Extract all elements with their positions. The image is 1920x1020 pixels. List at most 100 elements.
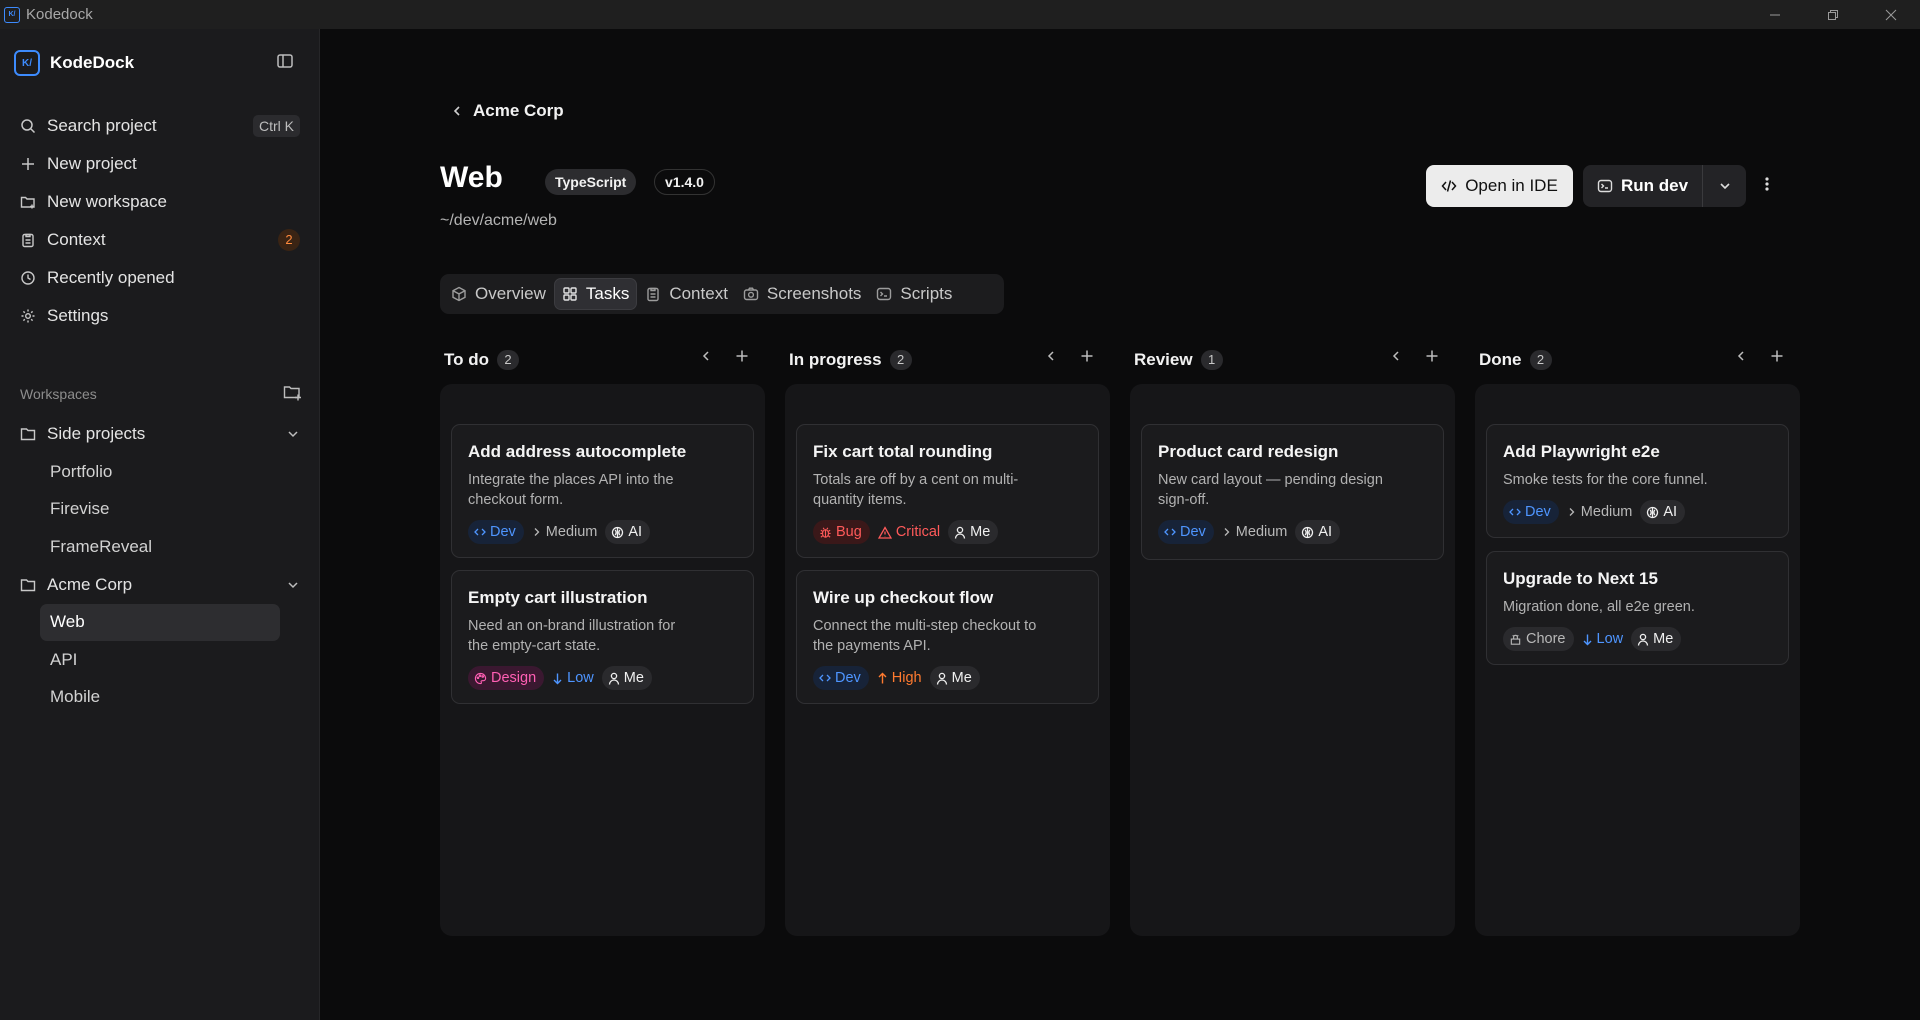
- task-tag[interactable]: Chore: [1503, 627, 1574, 651]
- open-in-ide-button[interactable]: Open in IDE: [1426, 165, 1573, 207]
- task-tag[interactable]: Me: [1631, 627, 1682, 651]
- add-task-icon[interactable]: [1425, 349, 1439, 363]
- task-description: Migration done, all e2e green.: [1503, 599, 1695, 615]
- chevron-down-icon: [1719, 183, 1730, 190]
- minimize-button[interactable]: [1746, 0, 1804, 29]
- task-card[interactable]: Upgrade to Next 15 Migration done, all e2…: [1486, 551, 1789, 665]
- folder-icon: [20, 577, 36, 593]
- add-task-icon[interactable]: [1080, 349, 1094, 363]
- task-description: New card layout — pending design sign-of…: [1158, 472, 1383, 508]
- task-card[interactable]: Empty cart illustration Need an on-brand …: [451, 570, 754, 704]
- task-tag[interactable]: Dev: [1158, 520, 1214, 544]
- task-tag[interactable]: Medium: [528, 520, 602, 544]
- title-bar: K/ Kodedock: [0, 0, 1920, 29]
- tab-scripts[interactable]: Scripts: [869, 278, 959, 310]
- chevron-right-icon: [1222, 526, 1232, 538]
- workspace-tree: Side projects Portfolio Firevise FrameRe…: [20, 415, 300, 716]
- column-header: Review 1: [1134, 348, 1223, 372]
- breadcrumb[interactable]: Acme Corp: [451, 101, 564, 121]
- sidebar-item-settings[interactable]: Settings: [20, 297, 300, 335]
- sidebar-item-firevise[interactable]: Firevise: [20, 491, 300, 529]
- task-tag[interactable]: Me: [601, 666, 652, 690]
- run-dev-button[interactable]: Run dev: [1583, 165, 1703, 207]
- collapse-column-icon[interactable]: [1045, 349, 1057, 363]
- task-tag[interactable]: Critical: [874, 520, 944, 544]
- task-tag[interactable]: Medium: [1218, 520, 1292, 544]
- task-title: Fix cart total rounding: [813, 442, 993, 461]
- arrow-up-icon: [877, 672, 888, 685]
- folder-icon: [20, 426, 36, 442]
- task-tags: Bug Critical Me: [813, 520, 1082, 544]
- tab-overview[interactable]: Overview: [444, 278, 553, 310]
- collapse-column-icon[interactable]: [700, 349, 712, 363]
- sidebar-item-new-project[interactable]: New project: [20, 145, 300, 183]
- sidebar-item-new-workspace[interactable]: New workspace: [20, 183, 300, 221]
- task-card[interactable]: Fix cart total rounding Totals are off by…: [796, 424, 1099, 558]
- task-title: Add address autocomplete: [468, 442, 687, 461]
- workspace-acme-corp[interactable]: Acme Corp: [20, 566, 300, 604]
- task-tag[interactable]: Bug: [813, 520, 870, 544]
- close-button[interactable]: [1862, 0, 1920, 29]
- workspace-side-projects[interactable]: Side projects: [20, 415, 300, 453]
- sidebar-item-mobile[interactable]: Mobile: [20, 679, 300, 717]
- task-tag[interactable]: Dev: [1503, 500, 1559, 524]
- task-card[interactable]: Add address autocomplete Integrate the pl…: [451, 424, 754, 558]
- brand[interactable]: K/ KodeDock: [14, 50, 134, 76]
- sidebar-toggle-icon[interactable]: [276, 52, 294, 70]
- task-description: Integrate the places API into the checko…: [468, 472, 674, 508]
- chevron-left-icon: [451, 104, 463, 118]
- collapse-column-icon[interactable]: [1735, 349, 1747, 363]
- search-icon: [20, 118, 36, 134]
- user-icon: [936, 672, 948, 685]
- add-workspace-icon[interactable]: [283, 384, 303, 402]
- chevron-down-icon[interactable]: [286, 427, 300, 441]
- task-card[interactable]: Product card redesign New card layout — p…: [1141, 424, 1444, 560]
- task-title: Wire up checkout flow: [813, 588, 994, 607]
- task-tag[interactable]: High: [873, 666, 926, 690]
- task-tag[interactable]: AI: [605, 520, 651, 544]
- task-tags: Dev Medium AI: [1503, 500, 1772, 524]
- task-card[interactable]: Add Playwright e2e Smoke tests for the co…: [1486, 424, 1789, 538]
- task-tag[interactable]: Dev: [468, 520, 524, 544]
- project-path: ~/dev/acme/web: [440, 212, 557, 229]
- task-tag[interactable]: AI: [1640, 500, 1686, 524]
- run-dev-dropdown[interactable]: [1703, 165, 1746, 207]
- task-description: Totals are off by a cent on multi-quanti…: [813, 472, 1019, 508]
- more-options-icon[interactable]: [1765, 176, 1769, 192]
- arrow-down-icon: [552, 672, 563, 685]
- task-tag[interactable]: Dev: [813, 666, 869, 690]
- task-title: Upgrade to Next 15: [1503, 569, 1658, 588]
- sidebar-item-portfolio[interactable]: Portfolio: [20, 453, 300, 491]
- tab-tasks[interactable]: Tasks: [553, 278, 638, 310]
- add-task-icon[interactable]: [1770, 349, 1784, 363]
- add-task-icon[interactable]: [735, 349, 749, 363]
- sidebar-item-api[interactable]: API: [20, 641, 300, 679]
- task-tag[interactable]: Medium: [1563, 500, 1637, 524]
- tab-screenshots[interactable]: Screenshots: [736, 278, 869, 310]
- chevron-right-icon: [1567, 506, 1577, 518]
- sidebar-item-framereveal[interactable]: FrameReveal: [20, 528, 300, 566]
- task-tag[interactable]: Me: [929, 666, 980, 690]
- restore-button[interactable]: [1804, 0, 1862, 29]
- clock-icon: [20, 270, 36, 286]
- task-tag[interactable]: Low: [548, 666, 598, 690]
- tab-context[interactable]: Context: [638, 278, 735, 310]
- sidebar-item-search[interactable]: Search project Ctrl K: [20, 107, 300, 145]
- task-description: Need an on-brand illustration for the em…: [468, 618, 676, 654]
- chevron-down-icon[interactable]: [286, 578, 300, 592]
- ai-icon: [1301, 526, 1314, 539]
- task-tag[interactable]: Low: [1578, 627, 1628, 651]
- user-icon: [608, 672, 620, 685]
- code-icon: [1441, 178, 1457, 194]
- task-tag[interactable]: Me: [948, 520, 999, 544]
- kanban-column: Add Playwright e2e Smoke tests for the co…: [1475, 384, 1800, 936]
- sidebar-item-context[interactable]: Context 2: [20, 221, 300, 259]
- warning-icon: [877, 525, 892, 539]
- task-tag[interactable]: AI: [1295, 520, 1341, 544]
- sidebar-item-web[interactable]: Web: [40, 603, 280, 641]
- column-header: Done 2: [1479, 348, 1552, 372]
- task-tag[interactable]: Design: [468, 666, 545, 690]
- collapse-column-icon[interactable]: [1390, 349, 1402, 363]
- task-card[interactable]: Wire up checkout flow Connect the multi-s…: [796, 570, 1099, 704]
- sidebar-item-recently-opened[interactable]: Recently opened: [20, 259, 300, 297]
